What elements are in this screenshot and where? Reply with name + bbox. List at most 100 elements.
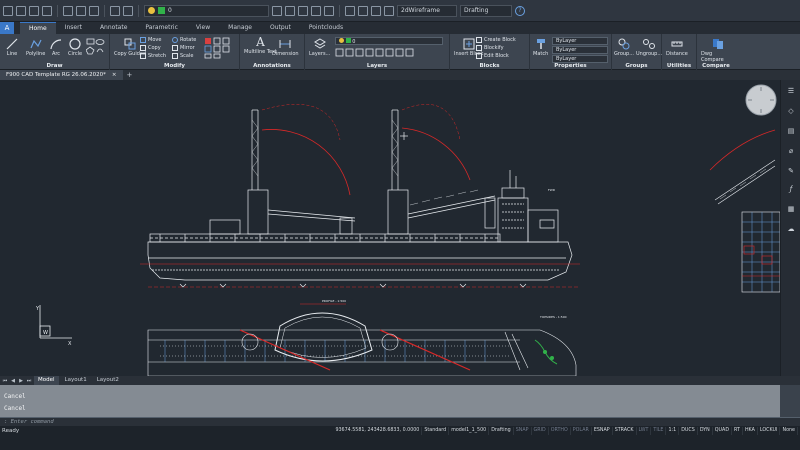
function-icon[interactable]: ƒ <box>786 184 796 194</box>
coordinates-readout[interactable]: 93674.5581, 243428.6833, 0.0000 <box>333 427 423 435</box>
document-tab[interactable]: F900 CAD Template RG 26.06.2020* × <box>0 70 123 80</box>
tab-home[interactable]: Home <box>20 22 56 34</box>
arc-button[interactable]: Arc <box>50 38 62 57</box>
match-layer-icon[interactable] <box>285 5 295 16</box>
first-layout-icon[interactable]: ⏮ <box>2 378 8 384</box>
blockify-button[interactable]: Blockify <box>476 45 504 51</box>
draw-more-icons[interactable] <box>86 38 106 58</box>
status-toggle-ducs[interactable]: DUCS <box>679 427 698 435</box>
blocks-panel-icon[interactable]: ▦ <box>786 204 796 214</box>
status-toggle-strack[interactable]: STRACK <box>613 427 637 435</box>
dimension-button[interactable]: Dimension <box>272 38 299 57</box>
lineweight-dropdown[interactable]: ByLayer <box>552 55 608 63</box>
tab-annotate[interactable]: Annotate <box>91 22 136 34</box>
save-icon[interactable] <box>29 5 39 16</box>
tab-layout1[interactable]: Layout1 <box>61 376 91 385</box>
pen-icon[interactable]: ✎ <box>786 166 796 176</box>
status-toggle-model1-1-500[interactable]: model1_1_500 <box>449 427 490 435</box>
new-file-icon[interactable] <box>3 5 13 16</box>
help-icon[interactable]: ? <box>515 5 525 16</box>
layer-off-icon[interactable] <box>311 5 321 16</box>
mirror-button[interactable]: Mirror <box>172 45 195 51</box>
status-toggle-polar[interactable]: POLAR <box>571 427 592 435</box>
save-as-icon[interactable] <box>42 5 52 16</box>
scale-button[interactable]: Scale <box>172 53 193 59</box>
properties-panel-icon[interactable]: ▤ <box>786 126 796 136</box>
layers-panel-icon[interactable]: ◇ <box>786 106 796 116</box>
prev-layout-icon[interactable]: ◀ <box>10 378 16 384</box>
layers-button[interactable]: Layers... <box>309 38 330 57</box>
match-properties-button[interactable]: Match <box>533 38 548 57</box>
dwg-compare-button[interactable]: Dwg Compare <box>701 38 735 63</box>
sun-icon[interactable] <box>384 5 394 16</box>
tab-layout2[interactable]: Layout2 <box>93 376 123 385</box>
status-toggle-lwt[interactable]: LWT <box>637 427 652 435</box>
close-icon[interactable]: × <box>112 70 117 80</box>
audit-icon[interactable] <box>358 5 368 16</box>
circle-button[interactable]: Circle <box>68 38 82 57</box>
tab-parametric[interactable]: Parametric <box>136 22 187 34</box>
navigation-wheel-icon[interactable] <box>744 83 778 117</box>
status-toggle-rt[interactable]: RT <box>732 427 743 435</box>
status-toggle-drafting[interactable]: Drafting <box>489 427 514 435</box>
open-folder-icon[interactable] <box>16 5 26 16</box>
edit-block-button[interactable]: Edit Block <box>476 53 509 59</box>
status-toggle-standard[interactable]: Standard <box>422 427 450 435</box>
cloud-icon[interactable]: ☁ <box>786 224 796 234</box>
status-toggle-hka[interactable]: HKA <box>743 427 758 435</box>
color-dropdown[interactable]: ByLayer <box>552 37 608 45</box>
visual-style-dropdown[interactable]: 2dWireframe <box>397 4 457 17</box>
plot-icon[interactable] <box>76 5 86 16</box>
status-toggle-1-1[interactable]: 1:1 <box>666 427 680 435</box>
tab-output[interactable]: Output <box>261 22 300 34</box>
distance-button[interactable]: Distance <box>666 38 688 57</box>
group-button[interactable]: Group... <box>614 38 634 57</box>
stretch-button[interactable]: Stretch <box>140 53 166 59</box>
command-input[interactable]: : Enter command <box>0 417 800 426</box>
last-layout-icon[interactable]: ⏭ <box>26 378 32 384</box>
linetype-dropdown[interactable]: ByLayer <box>552 46 608 54</box>
line-button[interactable]: Line <box>6 38 18 57</box>
tab-view[interactable]: View <box>187 22 219 34</box>
status-toggle-ortho[interactable]: ORTHO <box>549 427 571 435</box>
redo-icon[interactable] <box>123 5 133 16</box>
purge-icon[interactable] <box>345 5 355 16</box>
tab-model[interactable]: Model <box>34 376 59 385</box>
new-tab-icon[interactable]: + <box>127 71 133 79</box>
status-toggle-dyn[interactable]: DYN <box>698 427 713 435</box>
copy-button[interactable]: Copy <box>140 45 161 51</box>
next-layout-icon[interactable]: ▶ <box>18 378 24 384</box>
drawing-canvas[interactable]: Y X W FWD TOPSIDES - 1:500 PROFILE - 1:5… <box>0 80 780 376</box>
tab-insert[interactable]: Insert <box>56 22 91 34</box>
create-block-button[interactable]: Create Block <box>476 37 516 43</box>
tab-manage[interactable]: Manage <box>219 22 261 34</box>
app-menu-icon[interactable]: A <box>0 22 14 34</box>
undo-icon[interactable] <box>110 5 120 16</box>
ungroup-button[interactable]: Ungroup... <box>636 38 662 57</box>
publish-icon[interactable] <box>89 5 99 16</box>
settings-sliders-icon[interactable]: ☰ <box>786 86 796 96</box>
layer-isolate-icon[interactable] <box>298 5 308 16</box>
attachment-icon[interactable]: ⌀ <box>786 146 796 156</box>
status-toggle-tile[interactable]: TILE <box>651 427 667 435</box>
print-icon[interactable] <box>63 5 73 16</box>
status-toggle-quad[interactable]: QUAD <box>713 427 733 435</box>
rotate-button[interactable]: Rotate <box>172 37 196 43</box>
status-toggle-grid[interactable]: GRID <box>532 427 549 435</box>
status-toggle-snap[interactable]: SNAP <box>514 427 532 435</box>
polyline-button[interactable]: Polyline <box>26 38 45 57</box>
status-toggle-esnap[interactable]: ESNAP <box>592 427 613 435</box>
properties-icon[interactable] <box>371 5 381 16</box>
status-toggle-lockui[interactable]: LOCKUI <box>758 427 781 435</box>
tab-pointclouds[interactable]: Pointclouds <box>300 22 352 34</box>
layer-tools-icons[interactable] <box>335 47 445 59</box>
layer-freeze-icon[interactable] <box>324 5 334 16</box>
layer-dropdown[interactable]: 0 <box>144 4 269 17</box>
layer-previous-icon[interactable] <box>272 5 282 16</box>
status-toggle-none[interactable]: None <box>780 427 798 435</box>
modify-more-icons[interactable] <box>204 37 236 59</box>
command-scrollbar[interactable] <box>780 385 800 417</box>
layer-control-dropdown[interactable]: 0 <box>335 37 443 45</box>
workspace-dropdown[interactable]: Drafting <box>460 4 512 17</box>
move-button[interactable]: Move <box>140 37 161 43</box>
